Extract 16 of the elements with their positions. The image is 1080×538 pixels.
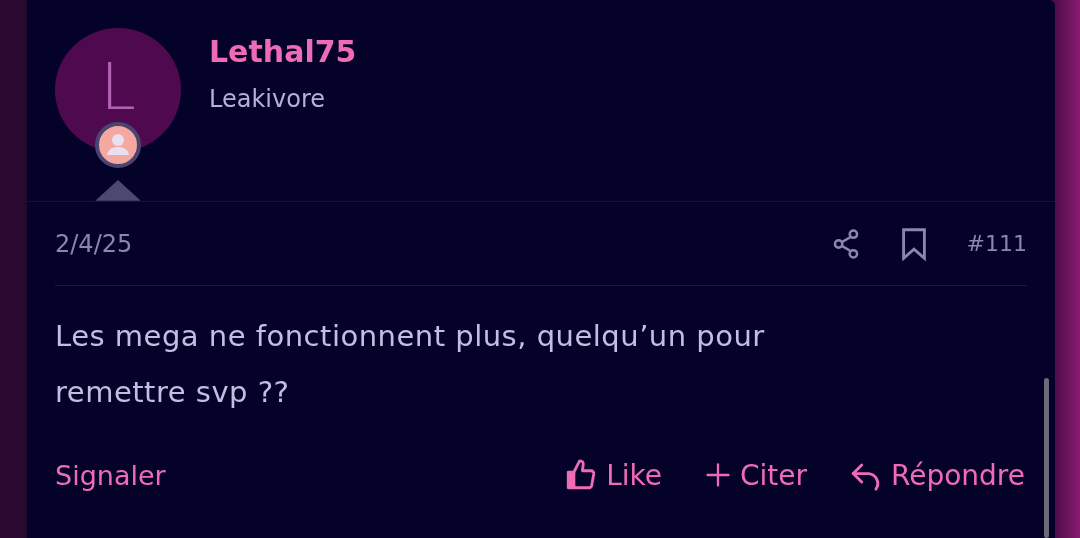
bookmark-button[interactable]: [900, 226, 927, 261]
triangle-icon: [95, 180, 141, 201]
report-link[interactable]: Signaler: [55, 459, 523, 491]
user-badge-icon: [95, 122, 141, 168]
post-message: Les mega ne fonctionnent plus, quelqu’un pour remettre svp ??: [55, 318, 766, 411]
post-date: 2/4/25: [55, 229, 134, 258]
avatar-letter: L: [100, 58, 136, 116]
like-button[interactable]: Like: [564, 458, 662, 492]
scrollbar[interactable]: [1044, 378, 1049, 538]
plus-icon: [703, 461, 732, 489]
user-title: Leakivore: [209, 85, 326, 113]
post-number-link[interactable]: #111: [966, 231, 1027, 256]
username: Lethal75: [209, 34, 357, 69]
quote-button[interactable]: Citer: [703, 458, 807, 492]
reply-button[interactable]: Répondre: [849, 458, 1025, 492]
bookmark-icon: [900, 226, 927, 261]
